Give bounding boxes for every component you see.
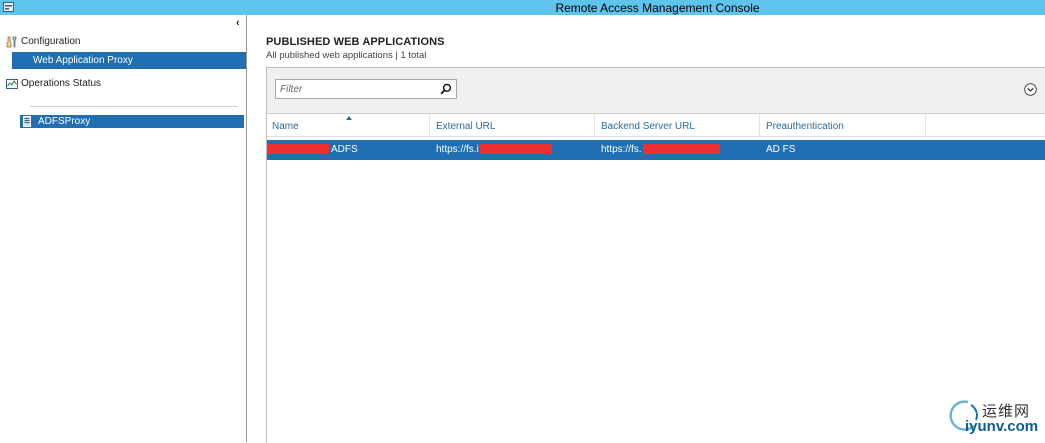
navigation-pane: ‹ Configuration Web Application Proxy Op…	[0, 15, 247, 442]
watermark-url-text: iyunv.com	[965, 418, 1039, 435]
nav-web-application-proxy[interactable]: Web Application Proxy	[12, 52, 246, 69]
cell-external-url: https://fs.i	[431, 140, 596, 160]
nav-server-adfsproxy[interactable]: ADFSProxy	[20, 115, 244, 128]
column-header-external-url[interactable]: External URL	[431, 114, 595, 136]
nav-operations-status[interactable]: Operations Status	[6, 76, 206, 92]
search-icon[interactable]	[440, 83, 452, 95]
cell-preauthentication-text: AD FS	[766, 144, 796, 155]
column-header-backend-url-label: Backend Server URL	[601, 121, 695, 132]
title-bar: Remote Access Management Console	[0, 0, 1045, 15]
page-title: PUBLISHED WEB APPLICATIONS	[266, 36, 445, 48]
cell-preauthentication: AD FS	[761, 140, 926, 160]
column-header-external-url-label: External URL	[436, 121, 496, 132]
filter-input[interactable]	[276, 80, 436, 98]
applications-panel: Name External URL Backend Server URL Pre…	[266, 67, 1045, 443]
window-title: Remote Access Management Console	[555, 1, 760, 15]
collapse-pane-button[interactable]: ‹	[236, 18, 246, 29]
table-row[interactable]: ADFS https://fs.i https://fs. AD FS	[267, 140, 1045, 160]
nav-server-label: ADFSProxy	[38, 116, 91, 127]
filter-bar	[267, 68, 1045, 114]
configuration-icon	[6, 36, 17, 48]
nav-configuration-label: Configuration	[21, 36, 81, 47]
content-header: PUBLISHED WEB APPLICATIONS All published…	[266, 36, 445, 61]
cell-name-text: ADFS	[331, 144, 358, 155]
sort-ascending-icon	[346, 116, 352, 120]
chevron-down-icon[interactable]	[1024, 83, 1037, 96]
page-subtitle: All published web applications | 1 total	[266, 50, 427, 61]
nav-separator	[30, 106, 238, 107]
content-pane: PUBLISHED WEB APPLICATIONS All published…	[247, 15, 1045, 443]
server-icon	[23, 116, 31, 127]
watermark-logo: 运维网 iyunv.com	[944, 396, 1044, 440]
nav-operations-status-label: Operations Status	[21, 78, 102, 89]
column-header-name-label: Name	[272, 121, 299, 132]
nav-configuration[interactable]: Configuration	[6, 34, 206, 50]
column-header-backend-url[interactable]: Backend Server URL	[596, 114, 760, 136]
operations-status-icon	[6, 79, 18, 89]
cell-external-url-text: https://fs.i	[436, 144, 479, 155]
column-header-name[interactable]: Name	[267, 114, 430, 136]
redaction-mark	[267, 144, 329, 155]
cell-name: ADFS	[267, 140, 431, 160]
column-header-preauthentication-label: Preauthentication	[766, 121, 844, 132]
column-headers: Name External URL Backend Server URL Pre…	[267, 114, 1045, 137]
column-header-preauthentication[interactable]: Preauthentication	[761, 114, 926, 136]
redaction-mark	[642, 144, 720, 155]
cell-backend-url-text: https://fs.	[601, 144, 642, 155]
redaction-mark	[479, 144, 552, 155]
filter-box	[275, 79, 457, 99]
cell-backend-url: https://fs.	[596, 140, 761, 160]
nav-web-application-proxy-label: Web Application Proxy	[33, 55, 133, 66]
